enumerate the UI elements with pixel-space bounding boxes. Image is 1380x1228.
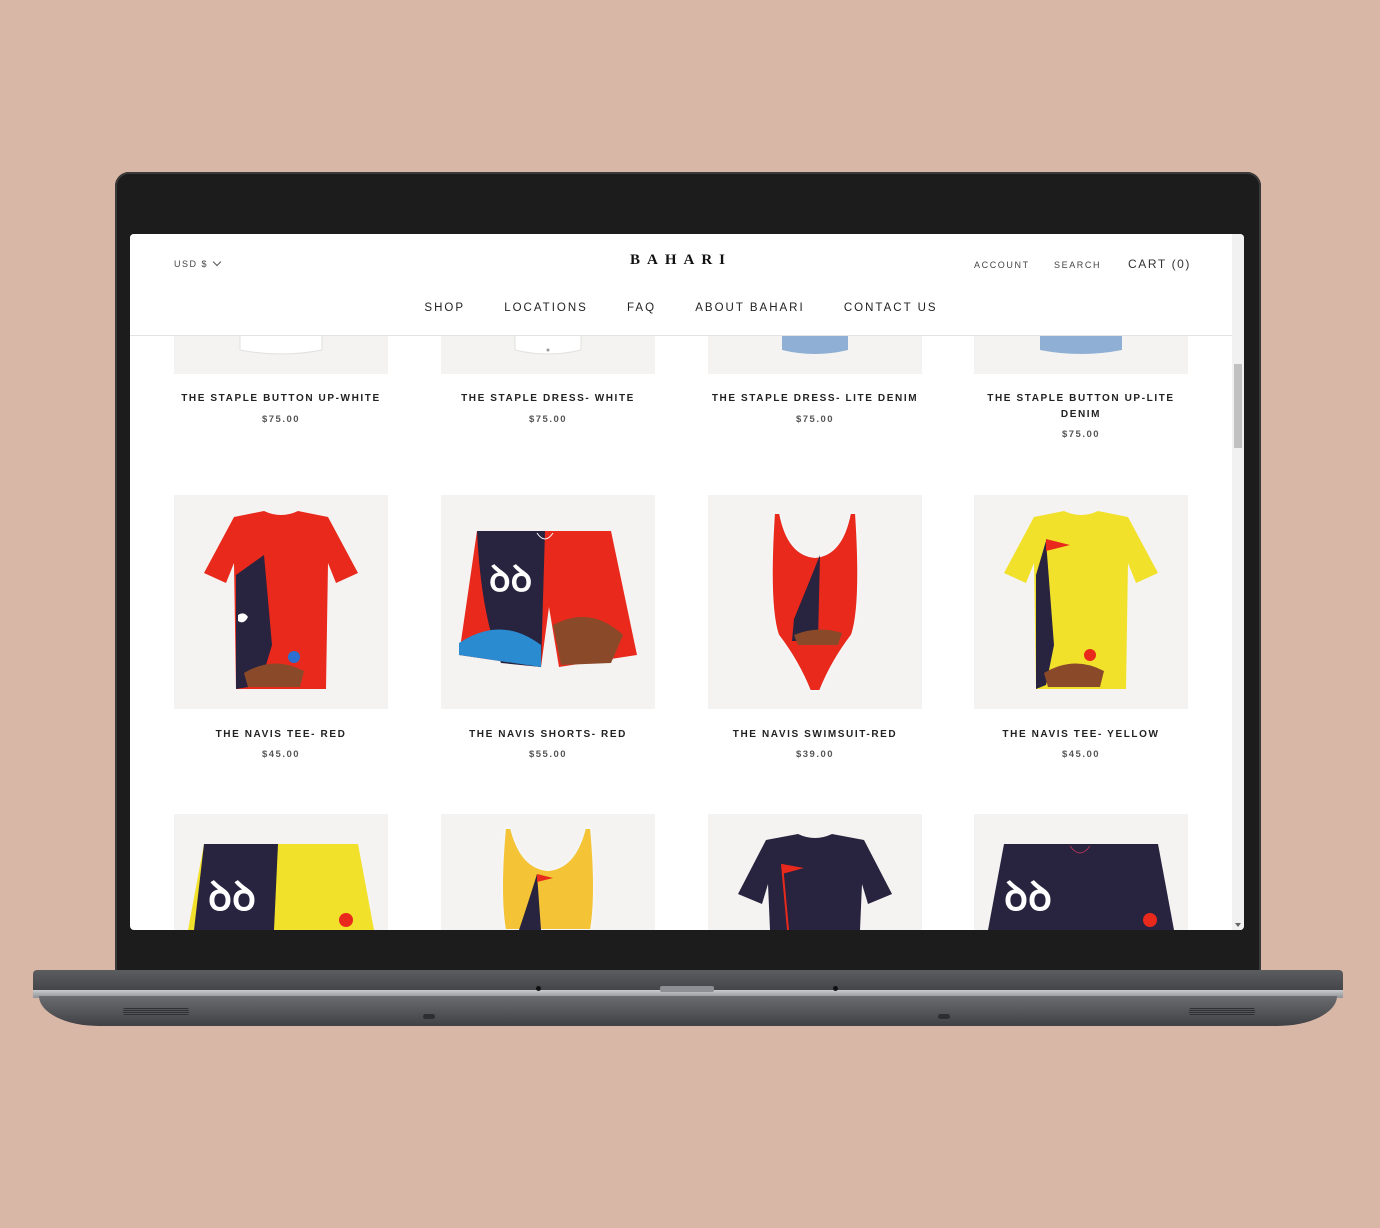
navis-shorts-red-image: ꝺꝺ [459, 531, 637, 667]
nav-item-locations[interactable]: LOCATIONS [504, 302, 588, 314]
product-name[interactable]: THE NAVIS TEE- RED [174, 727, 388, 743]
navis-tee-yellow-image [1004, 511, 1158, 689]
product-name[interactable]: THE STAPLE DRESS- LITE DENIM [708, 391, 922, 407]
nav-item-about[interactable]: ABOUT BAHARI [695, 302, 804, 314]
account-link[interactable]: ACCOUNT [974, 260, 1030, 270]
product-price: $55.00 [528, 749, 568, 760]
cart-link[interactable]: CART (0) [1128, 257, 1191, 271]
product-image[interactable]: ꝺꝺ [441, 495, 655, 709]
laptop-base [33, 970, 1343, 1026]
product-price: $39.00 [795, 749, 835, 760]
navis-shorts-navy-image: ꝺꝺ [988, 844, 1174, 930]
svg-text:ꝺꝺ: ꝺꝺ [489, 558, 532, 599]
product-image[interactable] [974, 495, 1188, 709]
product-price: $75.00 [1061, 429, 1101, 440]
product-image[interactable] [708, 814, 922, 930]
browser-viewport: THE STAPLE BUTTON UP-WHITE $75.00 THE ST… [130, 234, 1244, 930]
main-nav: SHOP LOCATIONS FAQ ABOUT BAHARI CONTACT … [130, 302, 1232, 314]
nav-item-shop[interactable]: SHOP [424, 302, 465, 314]
product-image[interactable]: ꝺꝺ [174, 814, 388, 930]
product-price: $75.00 [528, 414, 568, 425]
svg-text:ꝺꝺ: ꝺꝺ [208, 875, 256, 919]
product-image[interactable] [174, 495, 388, 709]
navis-swimsuit-yellow-image [501, 827, 595, 930]
scrollbar-thumb[interactable] [1234, 364, 1242, 448]
product-name[interactable]: THE NAVIS SHORTS- RED [441, 727, 655, 743]
product-price: $45.00 [1061, 749, 1101, 760]
product-name[interactable]: THE STAPLE BUTTON UP-LITE DENIM [984, 391, 1178, 423]
product-grid: THE STAPLE BUTTON UP-WHITE $75.00 THE ST… [130, 234, 1232, 930]
product-name[interactable]: THE NAVIS TEE- YELLOW [974, 727, 1188, 743]
nav-item-faq[interactable]: FAQ [627, 302, 656, 314]
scrollbar[interactable] [1232, 234, 1244, 930]
product-price: $75.00 [795, 414, 835, 425]
nav-item-contact[interactable]: CONTACT US [844, 302, 938, 314]
product-image[interactable] [708, 495, 922, 709]
navis-tee-red-image [204, 511, 358, 689]
site-header: USD $ BAHARI ACCOUNT SEARCH CART (0) SHO… [130, 234, 1232, 336]
navis-shorts-yellow-image: ꝺꝺ [188, 844, 374, 930]
product-name[interactable]: THE STAPLE DRESS- WHITE [441, 391, 655, 407]
navis-tee-navy-image [738, 834, 892, 930]
scroll-down-arrow-icon[interactable] [1235, 923, 1241, 927]
search-link[interactable]: SEARCH [1054, 260, 1101, 270]
product-image[interactable] [441, 814, 655, 930]
svg-text:ꝺꝺ: ꝺꝺ [1004, 875, 1052, 919]
product-image[interactable]: ꝺꝺ [974, 814, 1188, 930]
product-price: $75.00 [261, 414, 301, 425]
product-price: $45.00 [261, 749, 301, 760]
product-name[interactable]: THE NAVIS SWIMSUIT-RED [708, 727, 922, 743]
trackpad-notch [660, 986, 714, 992]
navis-swimsuit-red-image [770, 512, 860, 692]
product-name[interactable]: THE STAPLE BUTTON UP-WHITE [174, 391, 388, 407]
